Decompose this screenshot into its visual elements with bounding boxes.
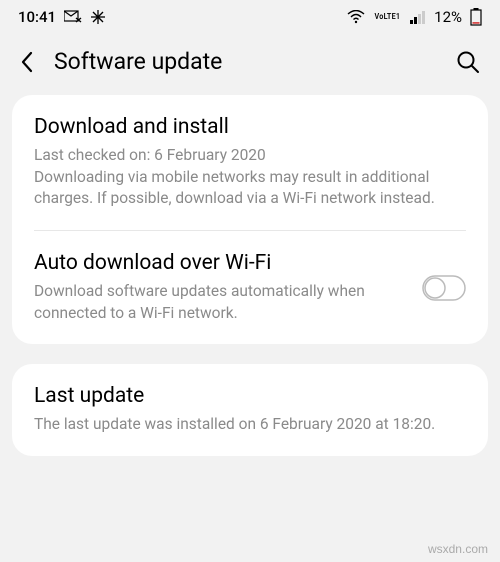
last-update-desc: The last update was installed on 6 Febru… <box>34 414 466 436</box>
download-desc: Last checked on: 6 February 2020 Downloa… <box>34 145 466 210</box>
search-button[interactable] <box>456 50 480 74</box>
status-bar: 10:41 VoLTE1 12% <box>0 0 500 34</box>
battery-percent: 12% <box>434 8 462 26</box>
wifi-icon <box>347 10 365 24</box>
back-button[interactable] <box>20 51 34 73</box>
snowflake-icon <box>90 9 106 25</box>
last-update-item[interactable]: Last update The last update was installe… <box>12 364 488 456</box>
page-title: Software update <box>54 48 456 75</box>
auto-title: Auto download over Wi-Fi <box>34 251 406 275</box>
battery-icon <box>470 8 482 26</box>
status-right: VoLTE1 12% <box>347 8 482 26</box>
search-icon <box>456 50 480 74</box>
signal-icon <box>410 10 426 24</box>
last-update-title: Last update <box>34 384 466 408</box>
watermark: wsxdn.com <box>428 542 488 556</box>
settings-card: Download and install Last checked on: 6 … <box>12 95 488 344</box>
message-icon <box>64 10 82 24</box>
auto-desc: Download software updates automatically … <box>34 281 406 324</box>
volte-label: VoLTE1 <box>375 13 401 21</box>
last-update-card: Last update The last update was installe… <box>12 364 488 456</box>
auto-download-item[interactable]: Auto download over Wi-Fi Download softwa… <box>12 231 488 344</box>
download-install-item[interactable]: Download and install Last checked on: 6 … <box>12 95 488 230</box>
auto-download-toggle[interactable] <box>422 275 466 301</box>
volte-icon: VoLTE1 <box>373 13 402 21</box>
status-time: 10:41 <box>18 8 56 26</box>
download-title: Download and install <box>34 115 466 139</box>
header: Software update <box>0 34 500 95</box>
status-left: 10:41 <box>18 8 106 26</box>
